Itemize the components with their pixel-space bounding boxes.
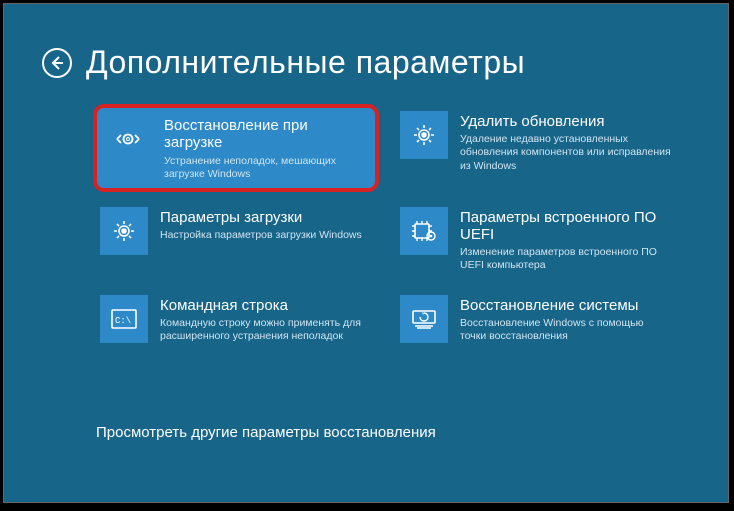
tile-startup-settings[interactable]: Параметры загрузки Настройка параметров … (96, 203, 376, 277)
tile-title: Восстановление при загрузке (164, 117, 368, 152)
tile-desc: Командную строку можно применять для рас… (160, 317, 372, 343)
tile-desc: Устранение неполадок, мешающих загрузке … (164, 155, 368, 181)
tile-text: Восстановление системы Восстановление Wi… (460, 295, 672, 344)
tile-title: Командная строка (160, 297, 372, 314)
tile-title: Параметры встроенного ПО UEFI (460, 209, 672, 244)
gear-icon (400, 111, 448, 159)
tile-text: Удалить обновления Удаление недавно уста… (460, 111, 672, 185)
restore-icon (400, 295, 448, 343)
tile-title: Удалить обновления (460, 113, 672, 130)
tile-desc: Восстановление Windows с помощью точки в… (460, 317, 672, 343)
svg-text:C:\: C:\ (115, 316, 131, 326)
page-title: Дополнительные параметры (86, 44, 525, 81)
terminal-icon: C:\ (100, 295, 148, 343)
tile-uninstall-updates[interactable]: Удалить обновления Удаление недавно уста… (396, 107, 676, 189)
tile-text: Командная строка Командную строку можно … (160, 295, 372, 344)
options-grid: Восстановление при загрузке Устранение н… (96, 107, 676, 347)
tile-desc: Удаление недавно установленных обновлени… (460, 133, 672, 172)
tile-title: Восстановление системы (460, 297, 672, 314)
tile-title: Параметры загрузки (160, 209, 372, 226)
header: Дополнительные параметры (42, 44, 525, 81)
tile-startup-repair[interactable]: Восстановление при загрузке Устранение н… (96, 107, 376, 189)
tile-system-restore[interactable]: Восстановление системы Восстановление Wi… (396, 291, 676, 348)
tile-command-prompt[interactable]: C:\ Командная строка Командную строку мо… (96, 291, 376, 348)
tile-text: Параметры загрузки Настройка параметров … (160, 207, 372, 273)
tile-desc: Изменение параметров встроенного ПО UEFI… (460, 246, 672, 272)
tile-text: Восстановление при загрузке Устранение н… (164, 115, 368, 181)
more-options-link[interactable]: Просмотреть другие параметры восстановле… (96, 424, 436, 441)
back-arrow-icon (49, 55, 65, 71)
tile-desc: Настройка параметров загрузки Windows (160, 229, 372, 242)
tile-uefi-settings[interactable]: Параметры встроенного ПО UEFI Изменение … (396, 203, 676, 277)
back-button[interactable] (42, 48, 72, 78)
wrench-code-icon (104, 115, 152, 163)
recovery-screen: Дополнительные параметры Восстановление … (3, 3, 729, 503)
chip-gear-icon (400, 207, 448, 255)
gear-icon (100, 207, 148, 255)
tile-text: Параметры встроенного ПО UEFI Изменение … (460, 207, 672, 273)
